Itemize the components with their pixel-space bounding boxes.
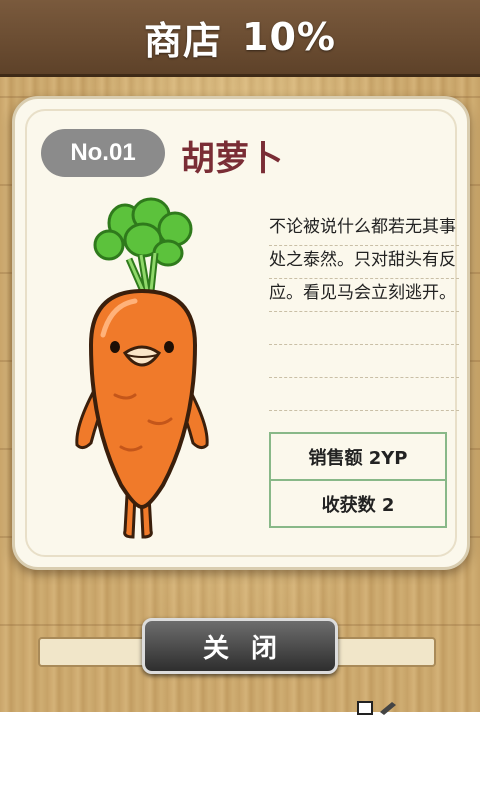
- sale-amount: 销售额 2YP: [308, 447, 408, 469]
- carrot-character-icon: [75, 197, 209, 539]
- description-rule: [269, 410, 459, 411]
- description-rule: [269, 245, 459, 246]
- item-description: 不论被说什么都若无其事处之泰然。只对甜头有反应。看见马会立刻逃开。: [269, 217, 456, 304]
- harvest-count: 收获数 2: [271, 479, 445, 526]
- item-name: 胡萝卜: [181, 139, 283, 179]
- item-card: No.01 胡萝卜 不论被说什么都若无其事处之泰然。只对甜头有反应。看见马会立刻…: [12, 96, 470, 570]
- description-rule: [269, 278, 459, 279]
- stats-box: 销售额 2YP 收获数 2: [269, 432, 447, 528]
- description-rule: [269, 377, 459, 378]
- header-percent: 10%: [242, 15, 336, 59]
- shop-header: 商店 10%: [0, 0, 480, 77]
- description-rule: [269, 311, 459, 312]
- close-button[interactable]: 关闭: [142, 618, 338, 674]
- item-number-badge: No.01: [41, 129, 165, 177]
- header-title: 商店: [144, 18, 223, 63]
- description-rule: [269, 344, 459, 345]
- edit-icon: [357, 701, 396, 715]
